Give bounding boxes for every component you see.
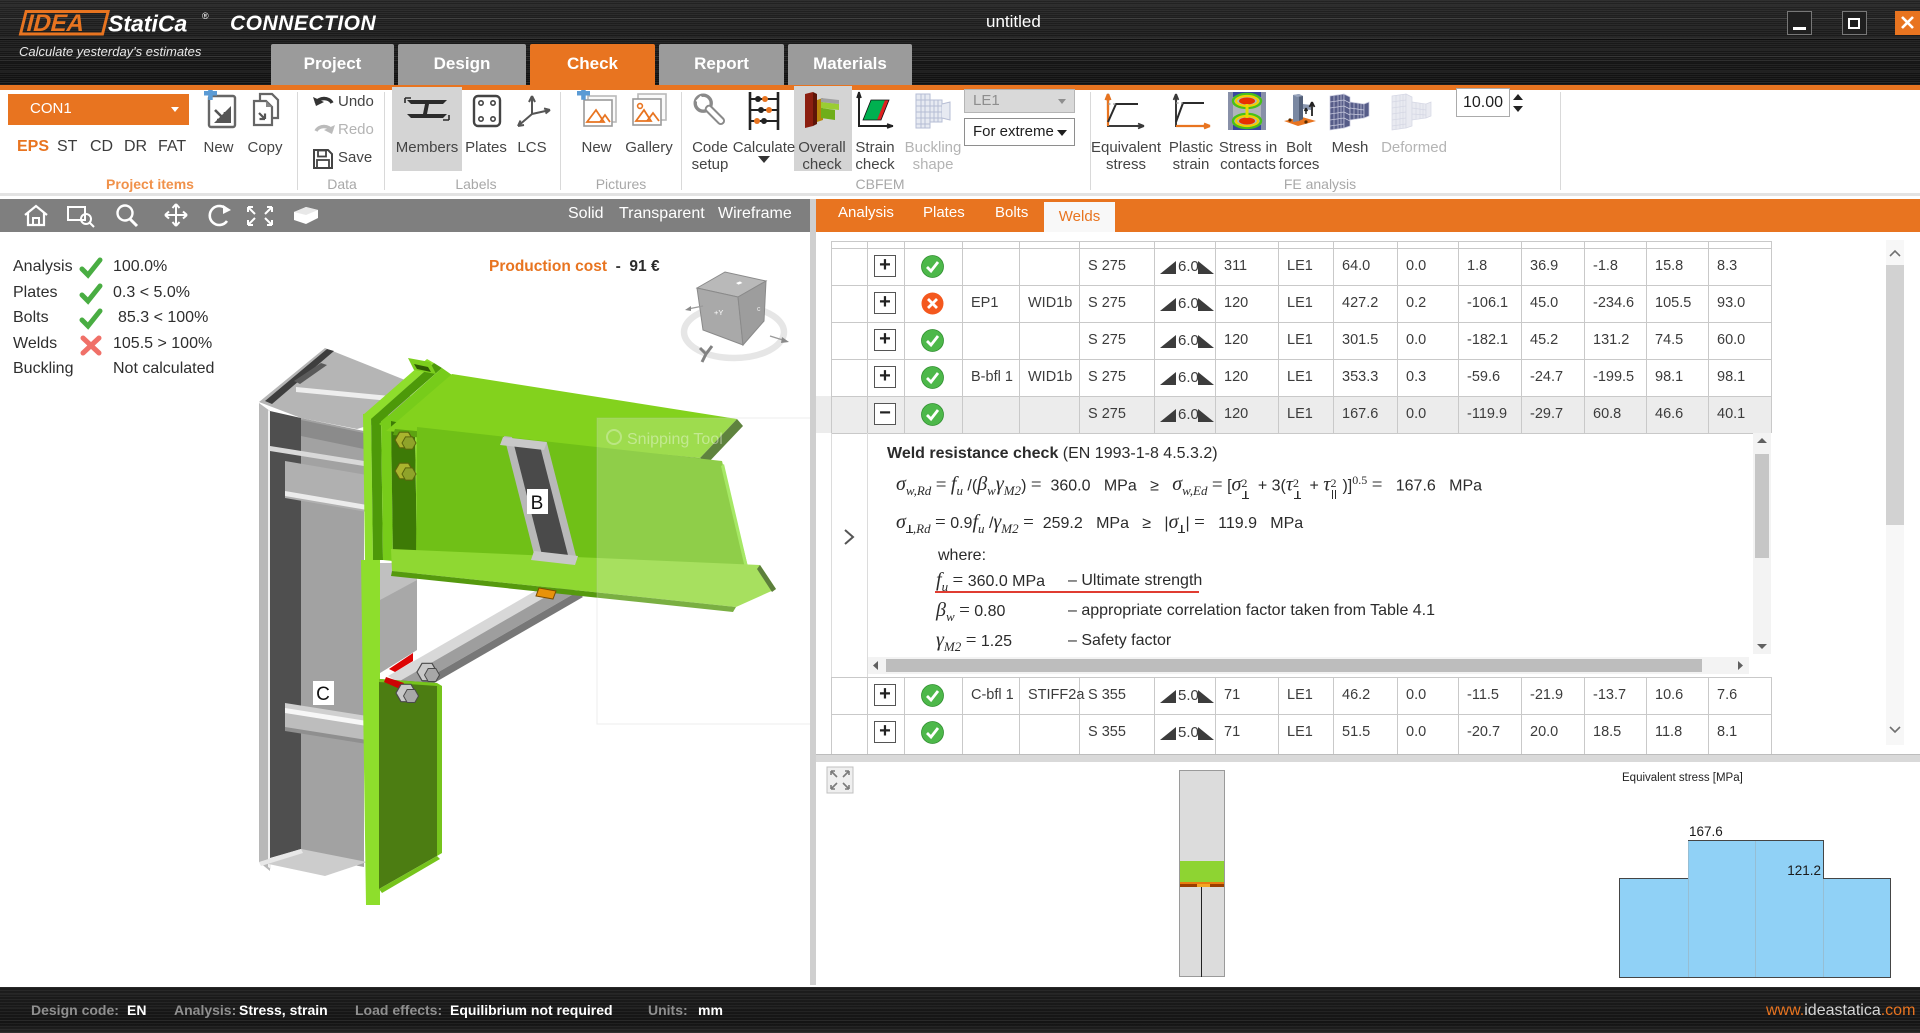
svg-text:StatiCa: StatiCa [108, 11, 187, 37]
svg-text:B: B [531, 493, 544, 514]
svg-text:C: C [316, 684, 330, 705]
svg-text:c: c [757, 306, 761, 313]
svg-text:121.2: 121.2 [1787, 863, 1821, 878]
svg-text:+Y: +Y [714, 308, 723, 317]
svg-text:®: ® [202, 11, 209, 21]
svg-text:IDEA: IDEA [24, 10, 88, 37]
svg-text:Snipping Tool: Snipping Tool [627, 431, 723, 448]
svg-text:167.6: 167.6 [1689, 824, 1723, 839]
